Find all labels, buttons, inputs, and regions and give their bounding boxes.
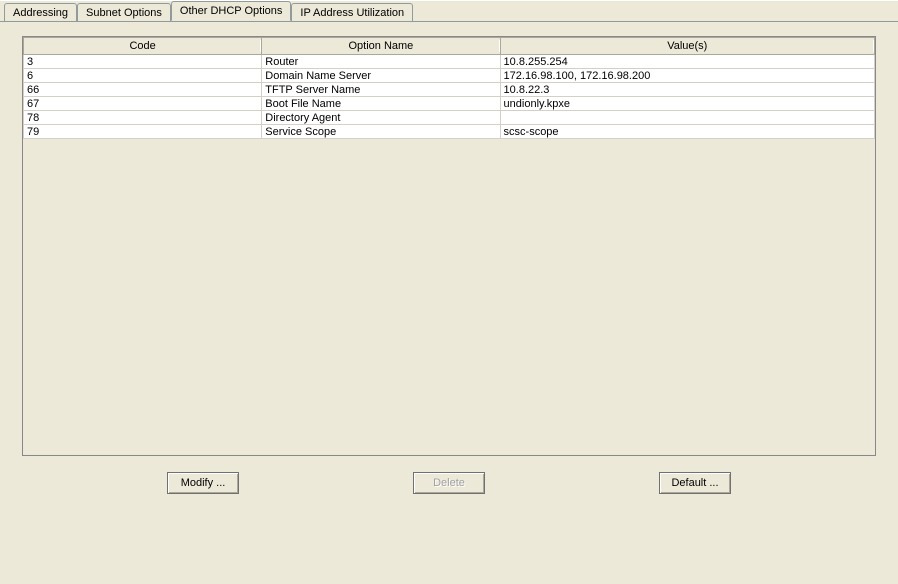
table-row[interactable]: 6 Domain Name Server 172.16.98.100, 172.… bbox=[24, 69, 875, 83]
tab-subnet-options[interactable]: Subnet Options bbox=[77, 3, 171, 22]
dhcp-options-table-area: Code Option Name Value(s) 3 Router 10.8.… bbox=[22, 36, 876, 456]
dhcp-options-window: Addressing Subnet Options Other DHCP Opt… bbox=[0, 0, 898, 584]
cell-code: 78 bbox=[24, 111, 262, 125]
tab-addressing[interactable]: Addressing bbox=[4, 3, 77, 22]
table-row[interactable]: 67 Boot File Name undionly.kpxe bbox=[24, 97, 875, 111]
cell-value: undionly.kpxe bbox=[500, 97, 874, 111]
table-header-row: Code Option Name Value(s) bbox=[24, 38, 875, 55]
table-row[interactable]: 66 TFTP Server Name 10.8.22.3 bbox=[24, 83, 875, 97]
cell-name: Router bbox=[262, 55, 500, 69]
cell-value: 10.8.255.254 bbox=[500, 55, 874, 69]
cell-name: TFTP Server Name bbox=[262, 83, 500, 97]
cell-code: 6 bbox=[24, 69, 262, 83]
table-body: 3 Router 10.8.255.254 6 Domain Name Serv… bbox=[24, 55, 875, 139]
table-row[interactable]: 3 Router 10.8.255.254 bbox=[24, 55, 875, 69]
cell-name: Boot File Name bbox=[262, 97, 500, 111]
cell-value: scsc-scope bbox=[500, 125, 874, 139]
cell-value bbox=[500, 111, 874, 125]
button-row: Modify ... Delete Default ... bbox=[0, 472, 898, 494]
cell-code: 79 bbox=[24, 125, 262, 139]
cell-code: 67 bbox=[24, 97, 262, 111]
cell-name: Service Scope bbox=[262, 125, 500, 139]
col-header-value[interactable]: Value(s) bbox=[500, 38, 874, 55]
modify-button[interactable]: Modify ... bbox=[167, 472, 239, 494]
tabstrip: Addressing Subnet Options Other DHCP Opt… bbox=[4, 1, 413, 21]
default-button[interactable]: Default ... bbox=[659, 472, 731, 494]
delete-button[interactable]: Delete bbox=[413, 472, 485, 494]
table-row[interactable]: 79 Service Scope scsc-scope bbox=[24, 125, 875, 139]
cell-name: Domain Name Server bbox=[262, 69, 500, 83]
cell-name: Directory Agent bbox=[262, 111, 500, 125]
cell-code: 66 bbox=[24, 83, 262, 97]
tab-ip-address-utilization[interactable]: IP Address Utilization bbox=[291, 3, 413, 22]
table-row[interactable]: 78 Directory Agent bbox=[24, 111, 875, 125]
cell-value: 10.8.22.3 bbox=[500, 83, 874, 97]
dhcp-options-table[interactable]: Code Option Name Value(s) 3 Router 10.8.… bbox=[23, 37, 875, 139]
cell-code: 3 bbox=[24, 55, 262, 69]
tab-panel: Code Option Name Value(s) 3 Router 10.8.… bbox=[0, 21, 898, 584]
col-header-name[interactable]: Option Name bbox=[262, 38, 500, 55]
cell-value: 172.16.98.100, 172.16.98.200 bbox=[500, 69, 874, 83]
tab-other-dhcp-options[interactable]: Other DHCP Options bbox=[171, 1, 292, 21]
col-header-code[interactable]: Code bbox=[24, 38, 262, 55]
